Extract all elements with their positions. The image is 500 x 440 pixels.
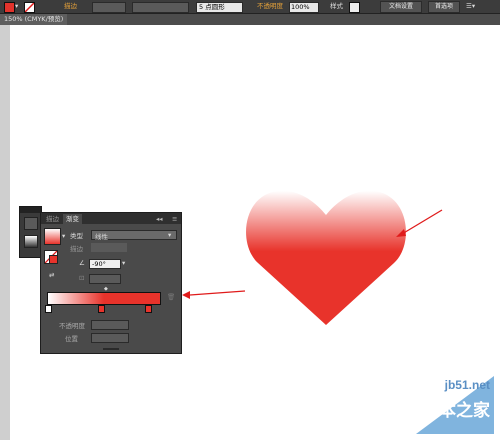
control-bar: ▾ 描边 5 点圆形 不透明度 100% 样式 文档设置 首选项 ☰▾ (0, 0, 500, 14)
gradient-preview-swatch[interactable] (44, 228, 61, 245)
watermark-site: jb51.net (444, 378, 490, 392)
annotation-arrow-slider (182, 290, 246, 299)
tab-gradient[interactable]: 渐变 (63, 214, 82, 224)
position-label: 位置 (65, 335, 78, 343)
type-value: 线性 (95, 233, 108, 241)
panel-header: 描边 渐变 ◂◂ ≡ (41, 213, 181, 224)
gradient-panel-icon[interactable] (24, 235, 38, 248)
gradient-stop-end[interactable] (145, 305, 152, 313)
dock-header (20, 207, 41, 213)
type-label: 类型 (70, 232, 83, 240)
collapsed-panel-dock[interactable] (19, 206, 42, 258)
tab-stroke[interactable]: 描边 (43, 214, 62, 224)
stroke-weight-field[interactable] (92, 2, 126, 13)
variable-width-field[interactable] (132, 2, 189, 13)
opacity-field[interactable]: 100% (289, 2, 319, 13)
aspect-icon: ⊡ (79, 274, 85, 282)
heart-shape[interactable] (246, 190, 406, 325)
gradient-panel: 描边 渐变 ◂◂ ≡ ▾ 类型 线性 ▾ 描边 ∠ -90° ▾ ⇄ ⊡ ◆ 🗑… (40, 212, 182, 354)
angle-field[interactable]: -90° (89, 259, 121, 269)
document-tab[interactable]: 150% (CMYK/预览) (0, 14, 68, 25)
document-tab-bar: 150% (CMYK/预览) (0, 14, 500, 25)
reverse-gradient-icon[interactable]: ⇄ (49, 271, 54, 279)
angle-icon: ∠ (79, 259, 85, 267)
opacity-field[interactable] (91, 320, 129, 330)
fill-swatch-mini[interactable] (49, 255, 58, 264)
document-setup-button[interactable]: 文档设置 (380, 1, 422, 13)
left-gutter (0, 25, 10, 440)
panel-menu-icon[interactable]: ≡ (169, 214, 180, 224)
opacity-label: 不透明度 (59, 322, 85, 330)
brush-select[interactable]: 5 点圆形 (196, 2, 243, 13)
chevron-down-icon[interactable]: ▾ (62, 232, 65, 240)
style-swatch[interactable] (349, 2, 360, 13)
arrange-icon[interactable]: ☰▾ (466, 2, 475, 11)
preferences-button[interactable]: 首选项 (428, 1, 460, 13)
chevron-down-icon[interactable]: ▾ (122, 259, 125, 267)
opacity-label[interactable]: 不透明度 (257, 2, 283, 11)
collapse-icon[interactable]: ◂◂ (153, 214, 166, 224)
no-stroke-icon (24, 2, 35, 13)
stroke-label[interactable]: 描边 (64, 2, 77, 11)
angle-value: -90° (92, 260, 106, 268)
chevron-down-icon: ▾ (168, 231, 172, 239)
stroke-panel-icon[interactable] (24, 217, 38, 230)
brush-label: 5 点圆形 (199, 3, 225, 11)
gradient-stop-middle[interactable] (98, 305, 105, 313)
watermark: jb51.net 脚本之家 (376, 376, 494, 434)
watermark-name: 脚本之家 (422, 401, 490, 421)
stroke-gradient-buttons[interactable] (91, 243, 127, 252)
fill-swatch[interactable] (4, 2, 15, 13)
stroke-swatch[interactable] (24, 2, 35, 13)
delete-stop-icon[interactable]: 🗑 (167, 293, 175, 301)
opacity-value: 100% (291, 3, 310, 11)
gradient-stop-start[interactable] (45, 305, 52, 313)
gradient-slider[interactable] (47, 292, 161, 305)
position-field[interactable] (91, 333, 129, 343)
chevron-down-icon[interactable]: ▾ (15, 2, 18, 11)
stroke-label: 描边 (70, 245, 83, 253)
type-select[interactable]: 线性 ▾ (91, 230, 177, 241)
resize-grip[interactable] (103, 348, 119, 350)
aspect-field[interactable] (89, 274, 121, 284)
style-label: 样式 (330, 2, 343, 10)
